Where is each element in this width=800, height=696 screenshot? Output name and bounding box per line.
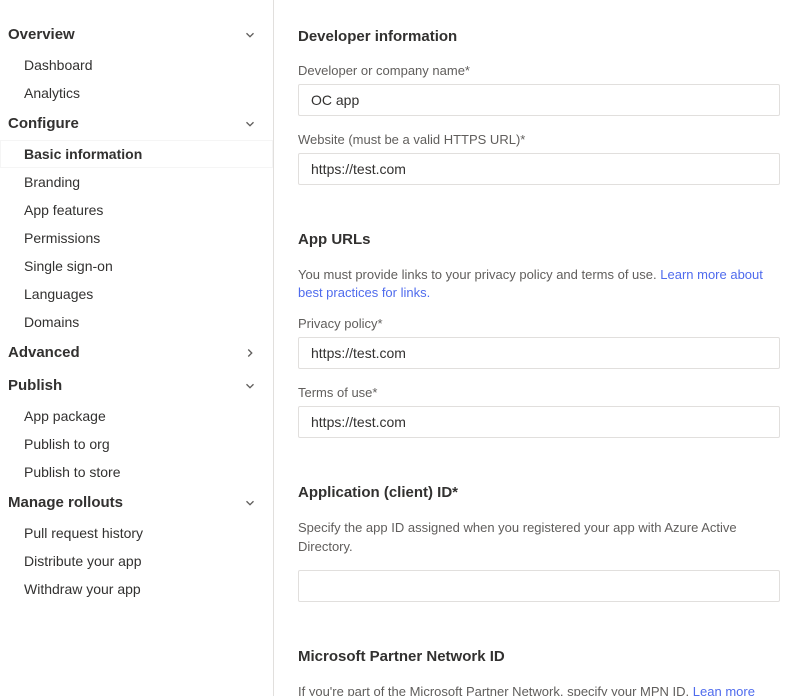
nav-section-label: Overview xyxy=(8,26,75,43)
sidebar-item-publish-to-org[interactable]: Publish to org xyxy=(0,430,273,458)
mpn-desc-text: If you're part of the Microsoft Partner … xyxy=(298,684,693,696)
terms-of-use-input[interactable] xyxy=(298,406,780,438)
nav-section-manage-rollouts[interactable]: Manage rollouts xyxy=(0,486,273,519)
main-content: Developer information Developer or compa… xyxy=(274,0,800,696)
developer-name-label: Developer or company name* xyxy=(298,63,780,78)
chevron-down-icon xyxy=(243,379,257,393)
application-id-title: Application (client) ID* xyxy=(298,484,780,501)
chevron-down-icon xyxy=(243,28,257,42)
sidebar-item-branding[interactable]: Branding xyxy=(0,168,273,196)
sidebar-item-domains[interactable]: Domains xyxy=(0,308,273,336)
application-id-description: Specify the app ID assigned when you reg… xyxy=(298,519,780,555)
sidebar-item-app-package[interactable]: App package xyxy=(0,402,273,430)
chevron-down-icon xyxy=(243,496,257,510)
sidebar-item-dashboard[interactable]: Dashboard xyxy=(0,51,273,79)
website-input[interactable] xyxy=(298,153,780,185)
terms-of-use-label: Terms of use* xyxy=(298,385,780,400)
app-urls-desc-text: You must provide links to your privacy p… xyxy=(298,267,660,282)
nav-section-label: Advanced xyxy=(8,344,80,361)
nav-section-label: Publish xyxy=(8,377,62,394)
nav-section-configure[interactable]: Configure xyxy=(0,107,273,140)
sidebar-item-languages[interactable]: Languages xyxy=(0,280,273,308)
sidebar-item-single-sign-on[interactable]: Single sign-on xyxy=(0,252,273,280)
app-urls-description: You must provide links to your privacy p… xyxy=(298,266,780,302)
developer-information-title: Developer information xyxy=(298,28,780,45)
privacy-policy-label: Privacy policy* xyxy=(298,316,780,331)
sidebar: Overview Dashboard Analytics Configure B… xyxy=(0,0,274,696)
sidebar-item-app-features[interactable]: App features xyxy=(0,196,273,224)
developer-name-input[interactable] xyxy=(298,84,780,116)
chevron-down-icon xyxy=(243,117,257,131)
sidebar-item-analytics[interactable]: Analytics xyxy=(0,79,273,107)
sidebar-item-withdraw-your-app[interactable]: Withdraw your app xyxy=(0,575,273,603)
sidebar-item-distribute-your-app[interactable]: Distribute your app xyxy=(0,547,273,575)
mpn-id-description: If you're part of the Microsoft Partner … xyxy=(298,683,780,696)
sidebar-item-publish-to-store[interactable]: Publish to store xyxy=(0,458,273,486)
nav-section-label: Configure xyxy=(8,115,79,132)
nav-section-advanced[interactable]: Advanced xyxy=(0,336,273,369)
nav-section-label: Manage rollouts xyxy=(8,494,123,511)
chevron-right-icon xyxy=(243,346,257,360)
app-urls-title: App URLs xyxy=(298,231,780,248)
nav-section-overview[interactable]: Overview xyxy=(0,18,273,51)
privacy-policy-input[interactable] xyxy=(298,337,780,369)
sidebar-item-pull-request-history[interactable]: Pull request history xyxy=(0,519,273,547)
sidebar-item-permissions[interactable]: Permissions xyxy=(0,224,273,252)
application-id-input[interactable] xyxy=(298,570,780,602)
sidebar-item-basic-information[interactable]: Basic information xyxy=(0,140,273,168)
nav-section-publish[interactable]: Publish xyxy=(0,369,273,402)
website-label: Website (must be a valid HTTPS URL)* xyxy=(298,132,780,147)
mpn-id-title: Microsoft Partner Network ID xyxy=(298,648,780,665)
